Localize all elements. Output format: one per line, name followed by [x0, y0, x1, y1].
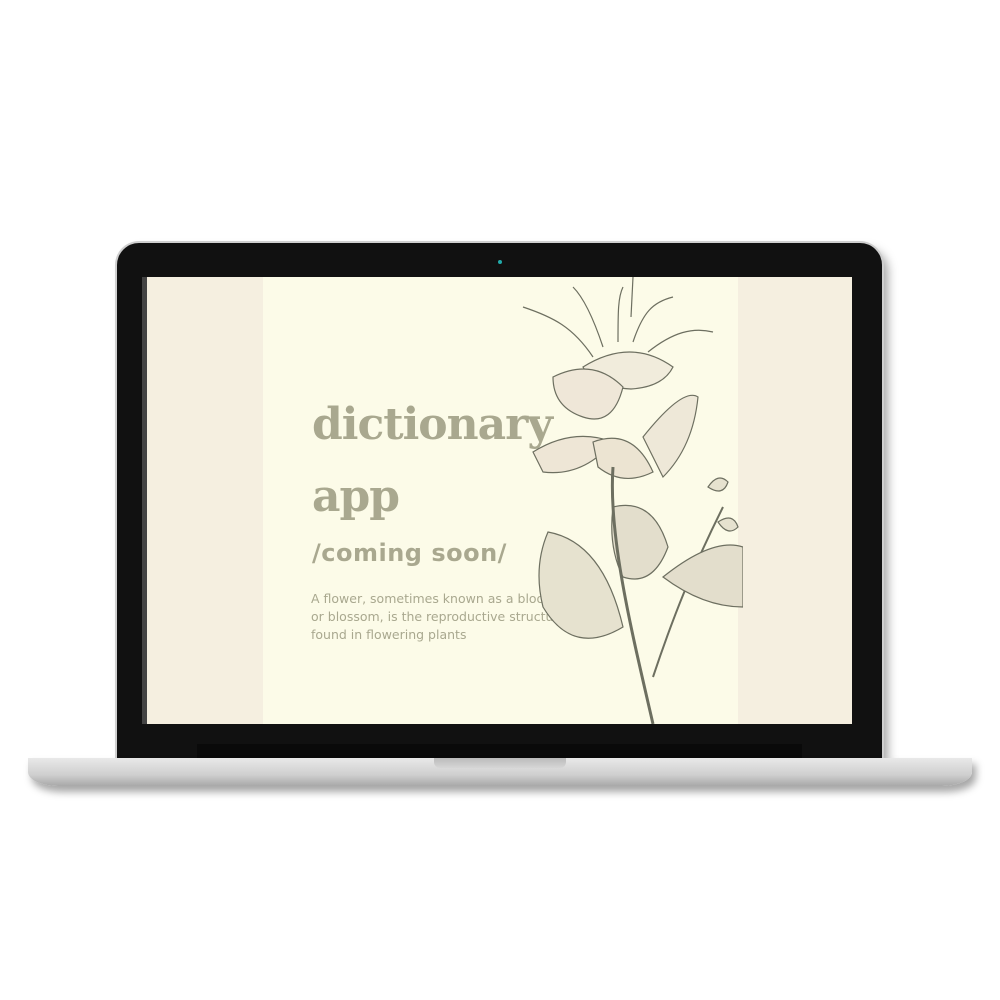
- laptop-base: [28, 758, 972, 786]
- flower-illustration: [522, 277, 743, 724]
- laptop-opening-notch: [434, 758, 566, 768]
- coming-soon-subtitle: /coming soon/: [312, 539, 507, 567]
- webcam-icon: [498, 260, 502, 264]
- content-panel: dictionary app /coming soon/ A flower, s…: [263, 277, 743, 724]
- laptop-screen: dictionary app /coming soon/ A flower, s…: [147, 277, 852, 724]
- laptop-chin: [197, 744, 802, 758]
